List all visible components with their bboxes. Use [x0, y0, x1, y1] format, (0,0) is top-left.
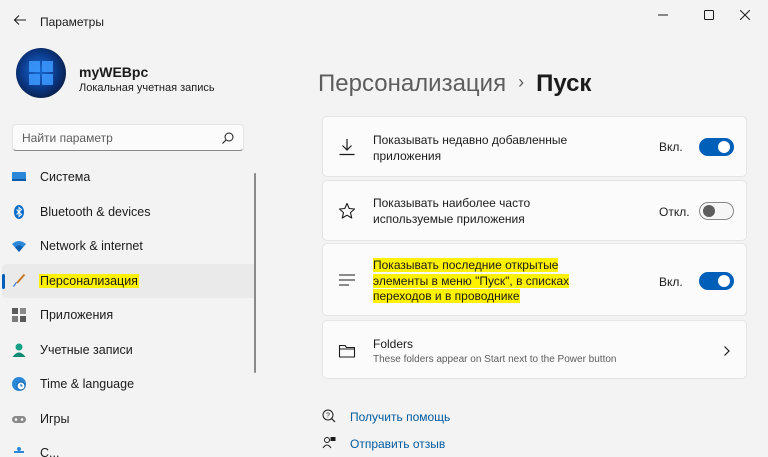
search-icon[interactable] [221, 131, 235, 145]
active-indicator [2, 273, 5, 289]
breadcrumb: Персонализация › Пуск [318, 70, 591, 98]
setting-label: Показывать последние открытые элементы в… [373, 258, 570, 303]
sidebar-item-label: Персонализация [39, 273, 139, 288]
user-profile[interactable]: myWEBpc Локальная учетная запись [16, 48, 256, 104]
globe-clock-icon [12, 377, 26, 391]
sidebar-item-label: Network & internet [40, 239, 143, 253]
star-icon [338, 202, 356, 219]
link-label[interactable]: Получить помощь [350, 410, 450, 424]
sidebar-scrollbar[interactable] [254, 173, 256, 373]
title-bar: Параметры [0, 0, 768, 44]
toggle-state-label: Откл. [659, 205, 690, 219]
maximize-icon [704, 10, 714, 20]
accessibility-icon [14, 447, 24, 453]
sidebar-item-label: Time & language [40, 377, 135, 391]
toggle-switch[interactable] [699, 272, 734, 290]
toggle-knob [703, 205, 715, 217]
get-help-link[interactable]: ? Получить помощь [322, 406, 522, 433]
apps-icon [12, 308, 26, 322]
link-label[interactable]: Отправить отзыв [350, 437, 445, 451]
folders-title: Folders [373, 337, 414, 351]
avatar [16, 48, 66, 98]
page-title: Пуск [536, 70, 592, 97]
account-type: Локальная учетная запись [79, 82, 215, 94]
sidebar-item-time-language[interactable]: Time & language [2, 367, 256, 402]
close-button[interactable] [722, 0, 768, 30]
setting-card-recent-items: Показывать последние открытые элементы в… [322, 243, 747, 316]
sidebar-item-accessibility[interactable]: С... [2, 436, 256, 457]
sidebar-nav: Система Bluetooth & devices Network & in… [0, 160, 256, 457]
sidebar-item-label: Приложения [40, 308, 114, 322]
back-button[interactable] [8, 8, 32, 32]
profile-name: myWEBpc [79, 64, 149, 80]
close-icon [740, 10, 750, 20]
setting-card-folders[interactable]: Folders These folders appear on Start ne… [322, 320, 747, 379]
wifi-icon [12, 241, 26, 252]
minimize-button[interactable] [640, 0, 686, 30]
sidebar-item-label: Игры [40, 411, 70, 426]
search-input[interactable]: Найти параметр [12, 124, 244, 151]
list-icon [339, 274, 355, 286]
windows-logo-icon [29, 61, 53, 85]
toggle-state-label: Вкл. [659, 275, 683, 289]
sidebar-item-gaming[interactable]: Игры [2, 402, 256, 437]
bluetooth-icon [14, 204, 24, 219]
arrow-left-icon [13, 15, 26, 25]
setting-label: Показывать наиболее часто используемые п… [373, 196, 531, 226]
search-placeholder: Найти параметр [22, 131, 113, 145]
toggle-switch[interactable] [699, 138, 734, 156]
breadcrumb-separator: › [518, 72, 525, 92]
brush-icon [13, 273, 26, 287]
setting-label: Показывать недавно добавленные приложени… [373, 133, 568, 163]
folder-icon [338, 344, 356, 358]
minimize-icon [658, 14, 668, 16]
sidebar-item-label: Bluetooth & devices [40, 204, 151, 219]
sidebar-item-label: С... [40, 446, 60, 457]
sidebar-item-apps[interactable]: Приложения [2, 298, 256, 333]
sidebar-item-system[interactable]: Система [2, 160, 256, 195]
download-icon [339, 139, 355, 156]
monitor-icon [12, 172, 26, 181]
sidebar-item-label: Учетные записи [40, 342, 133, 357]
sidebar-item-accounts[interactable]: Учетные записи [2, 333, 256, 368]
help-icon: ? [322, 409, 336, 423]
chevron-right-icon [724, 346, 730, 356]
setting-card-most-used: Показывать наиболее часто используемые п… [322, 180, 747, 241]
toggle-knob [718, 275, 730, 287]
sidebar-item-bluetooth[interactable]: Bluetooth & devices [2, 195, 256, 230]
toggle-knob [718, 141, 730, 153]
sidebar-item-label: Система [40, 170, 91, 184]
help-links: ? Получить помощь Отправить отзыв [322, 406, 522, 457]
breadcrumb-parent[interactable]: Персонализация [318, 70, 506, 97]
setting-card-recently-added: Показывать недавно добавленные приложени… [322, 116, 747, 177]
toggle-switch[interactable] [699, 202, 734, 220]
sidebar-item-personalization[interactable]: Персонализация [2, 263, 256, 298]
svg-text:?: ? [326, 413, 330, 420]
feedback-icon [322, 437, 336, 449]
sidebar-item-network[interactable]: Network & internet [2, 229, 256, 264]
folders-subtitle: These folders appear on Start next to th… [373, 354, 617, 365]
window-title: Параметры [40, 15, 104, 29]
send-feedback-link[interactable]: Отправить отзыв [322, 433, 522, 457]
gamepad-icon [12, 415, 26, 423]
person-icon [12, 343, 26, 357]
toggle-state-label: Вкл. [659, 140, 683, 154]
